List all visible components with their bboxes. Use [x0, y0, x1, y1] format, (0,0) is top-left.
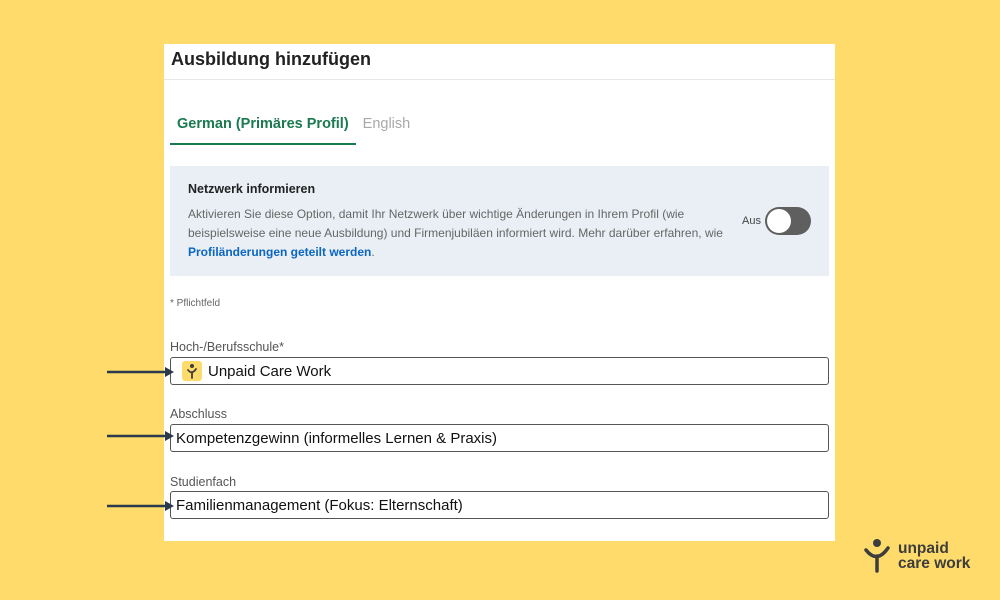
field-of-study-label: Studienfach [170, 475, 237, 489]
brand-logo: unpaid care work [862, 538, 970, 574]
degree-value: Kompetenzgewinn (informelles Lernen & Pr… [176, 429, 497, 447]
arrow-right-icon [107, 367, 174, 377]
brand-line-2: care work [898, 555, 971, 572]
brand-wordmark: unpaid care work [898, 540, 971, 572]
notify-toggle-group: Aus [742, 207, 811, 235]
school-input[interactable]: Unpaid Care Work [170, 357, 829, 385]
arrow-right-icon [107, 501, 174, 511]
toggle-knob [767, 209, 791, 233]
arrow-right-icon [107, 431, 174, 441]
school-label: Hoch-/Berufsschule* [170, 340, 284, 354]
unpaid-care-work-logo-icon [864, 539, 890, 573]
tab-english[interactable]: English [356, 114, 418, 145]
notify-title: Netzwerk informieren [188, 182, 316, 196]
field-of-study-input[interactable]: Familienmanagement (Fokus: Elternschaft) [170, 491, 829, 519]
degree-label: Abschluss [170, 407, 227, 421]
language-tabs: German (Primäres Profil) English [170, 114, 417, 145]
notify-description: Aktivieren Sie diese Option, damit Ihr N… [188, 205, 733, 262]
degree-input[interactable]: Kompetenzgewinn (informelles Lernen & Pr… [170, 424, 829, 452]
notify-text-end: . [371, 245, 375, 259]
tab-german[interactable]: German (Primäres Profil) [170, 114, 356, 145]
notify-network-box: Netzwerk informieren Aktivieren Sie dies… [170, 166, 829, 276]
notify-toggle[interactable] [765, 207, 811, 235]
brand-line-1: unpaid [898, 540, 949, 557]
profile-changes-link[interactable]: Profiländerungen geteilt werden [188, 245, 371, 259]
field-of-study-value: Familienmanagement (Fokus: Elternschaft) [176, 496, 463, 514]
dialog-title: Ausbildung hinzufügen [171, 49, 371, 69]
notify-text: Aktivieren Sie diese Option, damit Ihr N… [188, 207, 723, 240]
dialog-header: Ausbildung hinzufügen [164, 44, 835, 80]
add-education-dialog: Ausbildung hinzufügen German (Primäres P… [164, 44, 835, 541]
toggle-label: Aus [742, 215, 761, 227]
school-logo-icon [182, 361, 202, 381]
school-value: Unpaid Care Work [208, 362, 332, 380]
required-field-note: * Pflichtfeld [170, 298, 221, 309]
